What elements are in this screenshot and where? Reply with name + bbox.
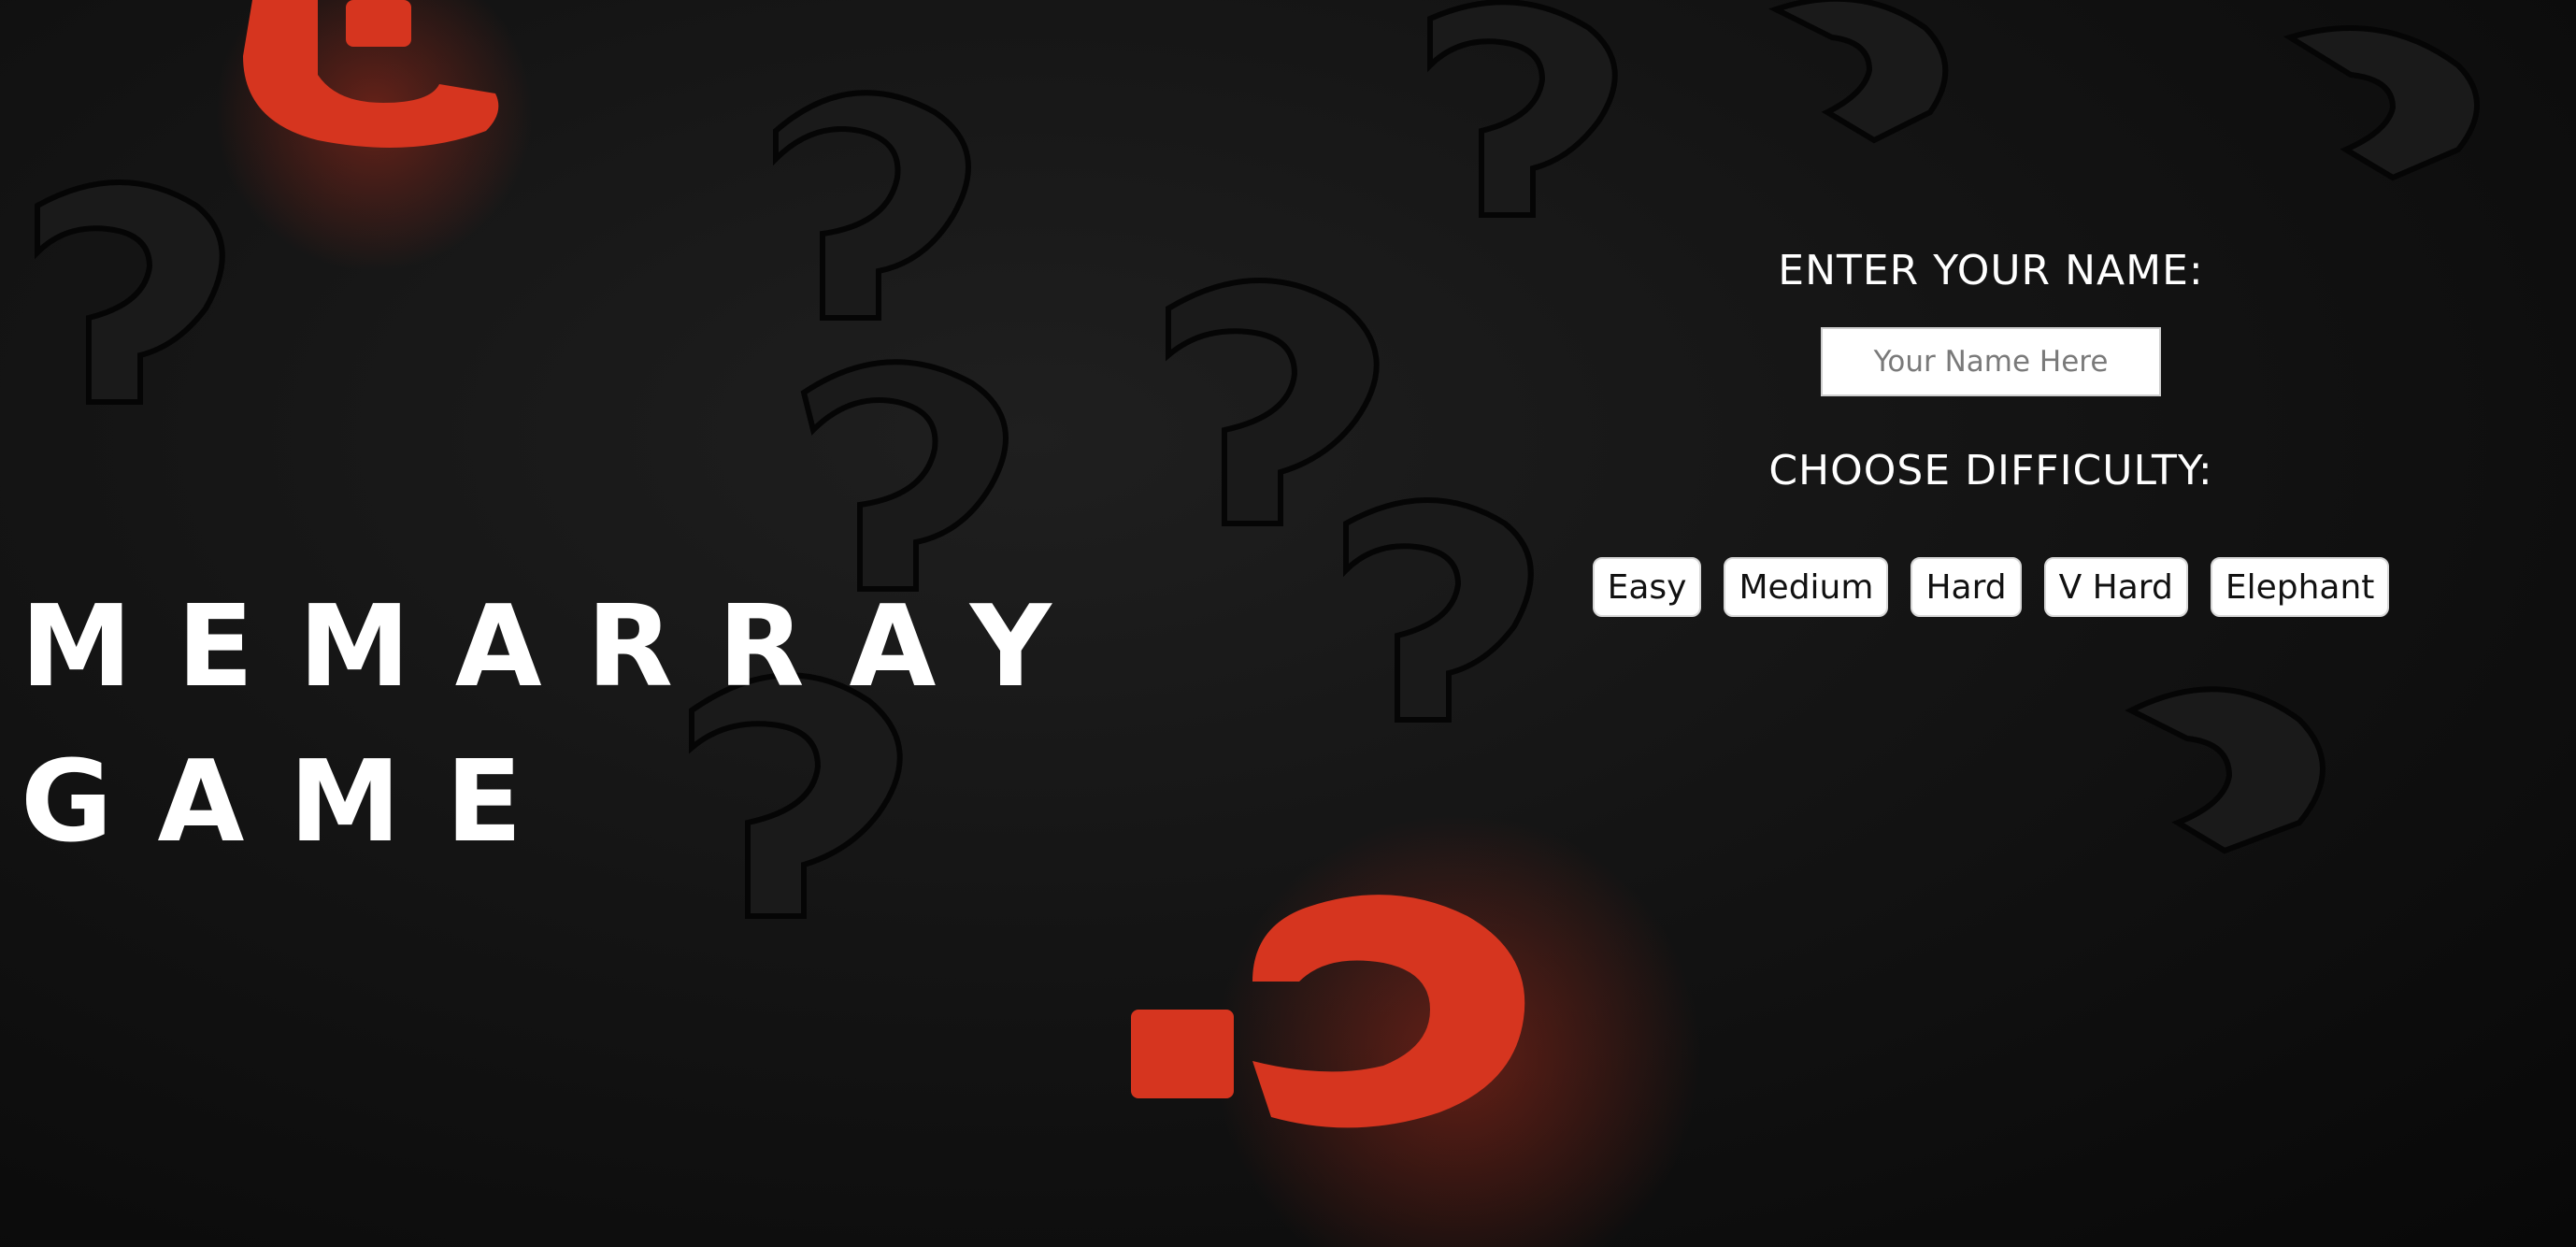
difficulty-easy-button[interactable]: Easy <box>1592 557 1702 617</box>
game-title-line1: MEMARRAY <box>21 582 1096 712</box>
difficulty-buttons: Easy Medium Hard V Hard Elephant <box>1589 557 2393 617</box>
main-page: MEMARRAY GAME ENTER YOUR NAME: CHOOSE DI… <box>0 0 2576 1247</box>
difficulty-medium-button[interactable]: Medium <box>1724 557 1889 617</box>
difficulty-very-hard-button[interactable]: V Hard <box>2043 557 2188 617</box>
player-setup-form: ENTER YOUR NAME: CHOOSE DIFFICULTY: Easy… <box>1589 234 2393 617</box>
name-label: ENTER YOUR NAME: <box>1778 247 2204 294</box>
difficulty-label: CHOOSE DIFFICULTY: <box>1768 447 2213 494</box>
difficulty-elephant-button[interactable]: Elephant <box>2210 557 2390 617</box>
game-title-line2: GAME <box>21 738 567 867</box>
difficulty-hard-button[interactable]: Hard <box>1911 557 2022 617</box>
name-input[interactable] <box>1821 327 2161 396</box>
game-title: MEMARRAY GAME <box>21 570 1096 881</box>
